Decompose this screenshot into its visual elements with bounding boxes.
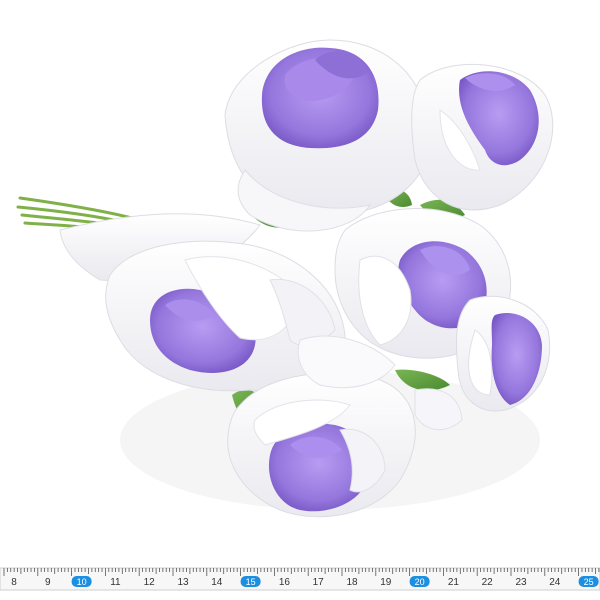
ruler-label: 14 [211, 577, 223, 588]
ruler-label: 16 [279, 577, 291, 588]
ruler-label: 9 [45, 577, 51, 588]
ruler-label: 25 [584, 577, 594, 587]
ruler-label: 21 [448, 577, 460, 588]
ruler-label: 12 [144, 577, 156, 588]
bouquet-photo: 8 9 10 11 12 13 14 15 16 17 18 19 20 21 22 23 24 25 [0, 0, 600, 600]
ruler-label: 13 [177, 577, 189, 588]
ruler-label: 18 [346, 577, 358, 588]
ruler: 8 9 10 11 12 13 14 15 16 17 18 19 20 21 22 23 24 25 [0, 567, 600, 591]
ruler-label: 22 [482, 577, 494, 588]
ruler-label: 11 [110, 577, 121, 588]
ruler-label: 15 [246, 577, 256, 587]
ruler-label: 19 [380, 577, 392, 588]
ruler-label: 24 [549, 577, 561, 588]
ruler-label: 17 [313, 577, 325, 588]
ruler-label: 23 [515, 577, 527, 588]
ruler-label: 10 [77, 577, 87, 587]
ruler-label: 20 [415, 577, 425, 587]
ruler-label: 8 [11, 577, 17, 588]
